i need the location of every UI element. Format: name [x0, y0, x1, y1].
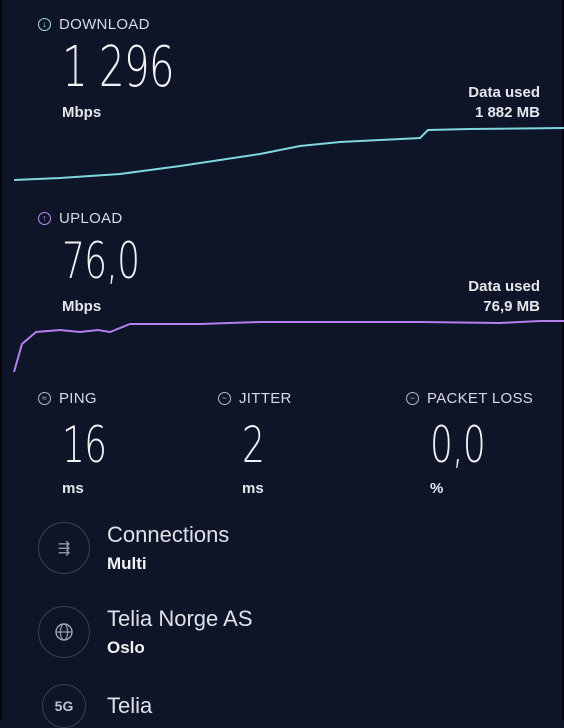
download-speed-value: 1 296 [62, 35, 175, 100]
ping-icon: ≈ [38, 392, 51, 405]
upload-label: ↑ UPLOAD [38, 210, 123, 227]
jitter-value: 2 [242, 416, 265, 474]
provider-name: Telia Norge AS [107, 606, 253, 631]
ping-label: ≈ PING [38, 390, 97, 407]
packet-loss-label-text: PACKET LOSS [427, 390, 534, 407]
network-row[interactable]: 5G Telia [38, 684, 152, 728]
ping-value: 16 [62, 416, 107, 474]
jitter-label: ~ JITTER [218, 390, 292, 407]
upload-arrow-icon: ↑ [38, 212, 51, 225]
upload-speed-graph [13, 320, 564, 373]
jitter-unit: ms [242, 480, 264, 497]
globe-icon [38, 606, 90, 658]
download-data-used: Data used 1 882 MB [468, 84, 540, 121]
network-operator: Telia [107, 693, 153, 718]
connections-title: Connections [107, 522, 230, 547]
upload-label-text: UPLOAD [59, 210, 123, 227]
provider-row[interactable]: Telia Norge AS Oslo [38, 606, 253, 658]
download-speed-graph [13, 127, 564, 181]
connections-icon: ⇶ [38, 522, 90, 574]
connections-row[interactable]: ⇶ Connections Multi [38, 522, 229, 574]
download-label-text: DOWNLOAD [59, 16, 150, 33]
packet-loss-icon: − [406, 392, 419, 405]
packet-loss-label: − PACKET LOSS [406, 390, 533, 407]
packet-loss-value: 0,0 [430, 416, 486, 474]
ping-label-text: PING [59, 390, 97, 407]
download-speed-line [13, 127, 564, 181]
upload-speed-value: 76,0 [62, 232, 140, 290]
jitter-icon: ~ [218, 392, 231, 405]
download-arrow-icon: ↓ [38, 18, 51, 31]
ping-unit: ms [62, 480, 84, 497]
packet-loss-unit: % [430, 480, 444, 497]
download-unit: Mbps [62, 104, 102, 121]
connections-mode: Multi [107, 554, 147, 573]
download-label: ↓ DOWNLOAD [38, 16, 150, 33]
upload-speed-line [13, 320, 564, 373]
download-data-used-label: Data used [468, 84, 540, 101]
upload-data-used-label: Data used [468, 278, 540, 295]
network-5g-icon: 5G [42, 684, 86, 728]
jitter-label-text: JITTER [239, 390, 292, 407]
download-data-used-value: 1 882 MB [474, 104, 540, 121]
globe-icon-graphic [55, 623, 73, 641]
provider-location: Oslo [107, 638, 145, 657]
